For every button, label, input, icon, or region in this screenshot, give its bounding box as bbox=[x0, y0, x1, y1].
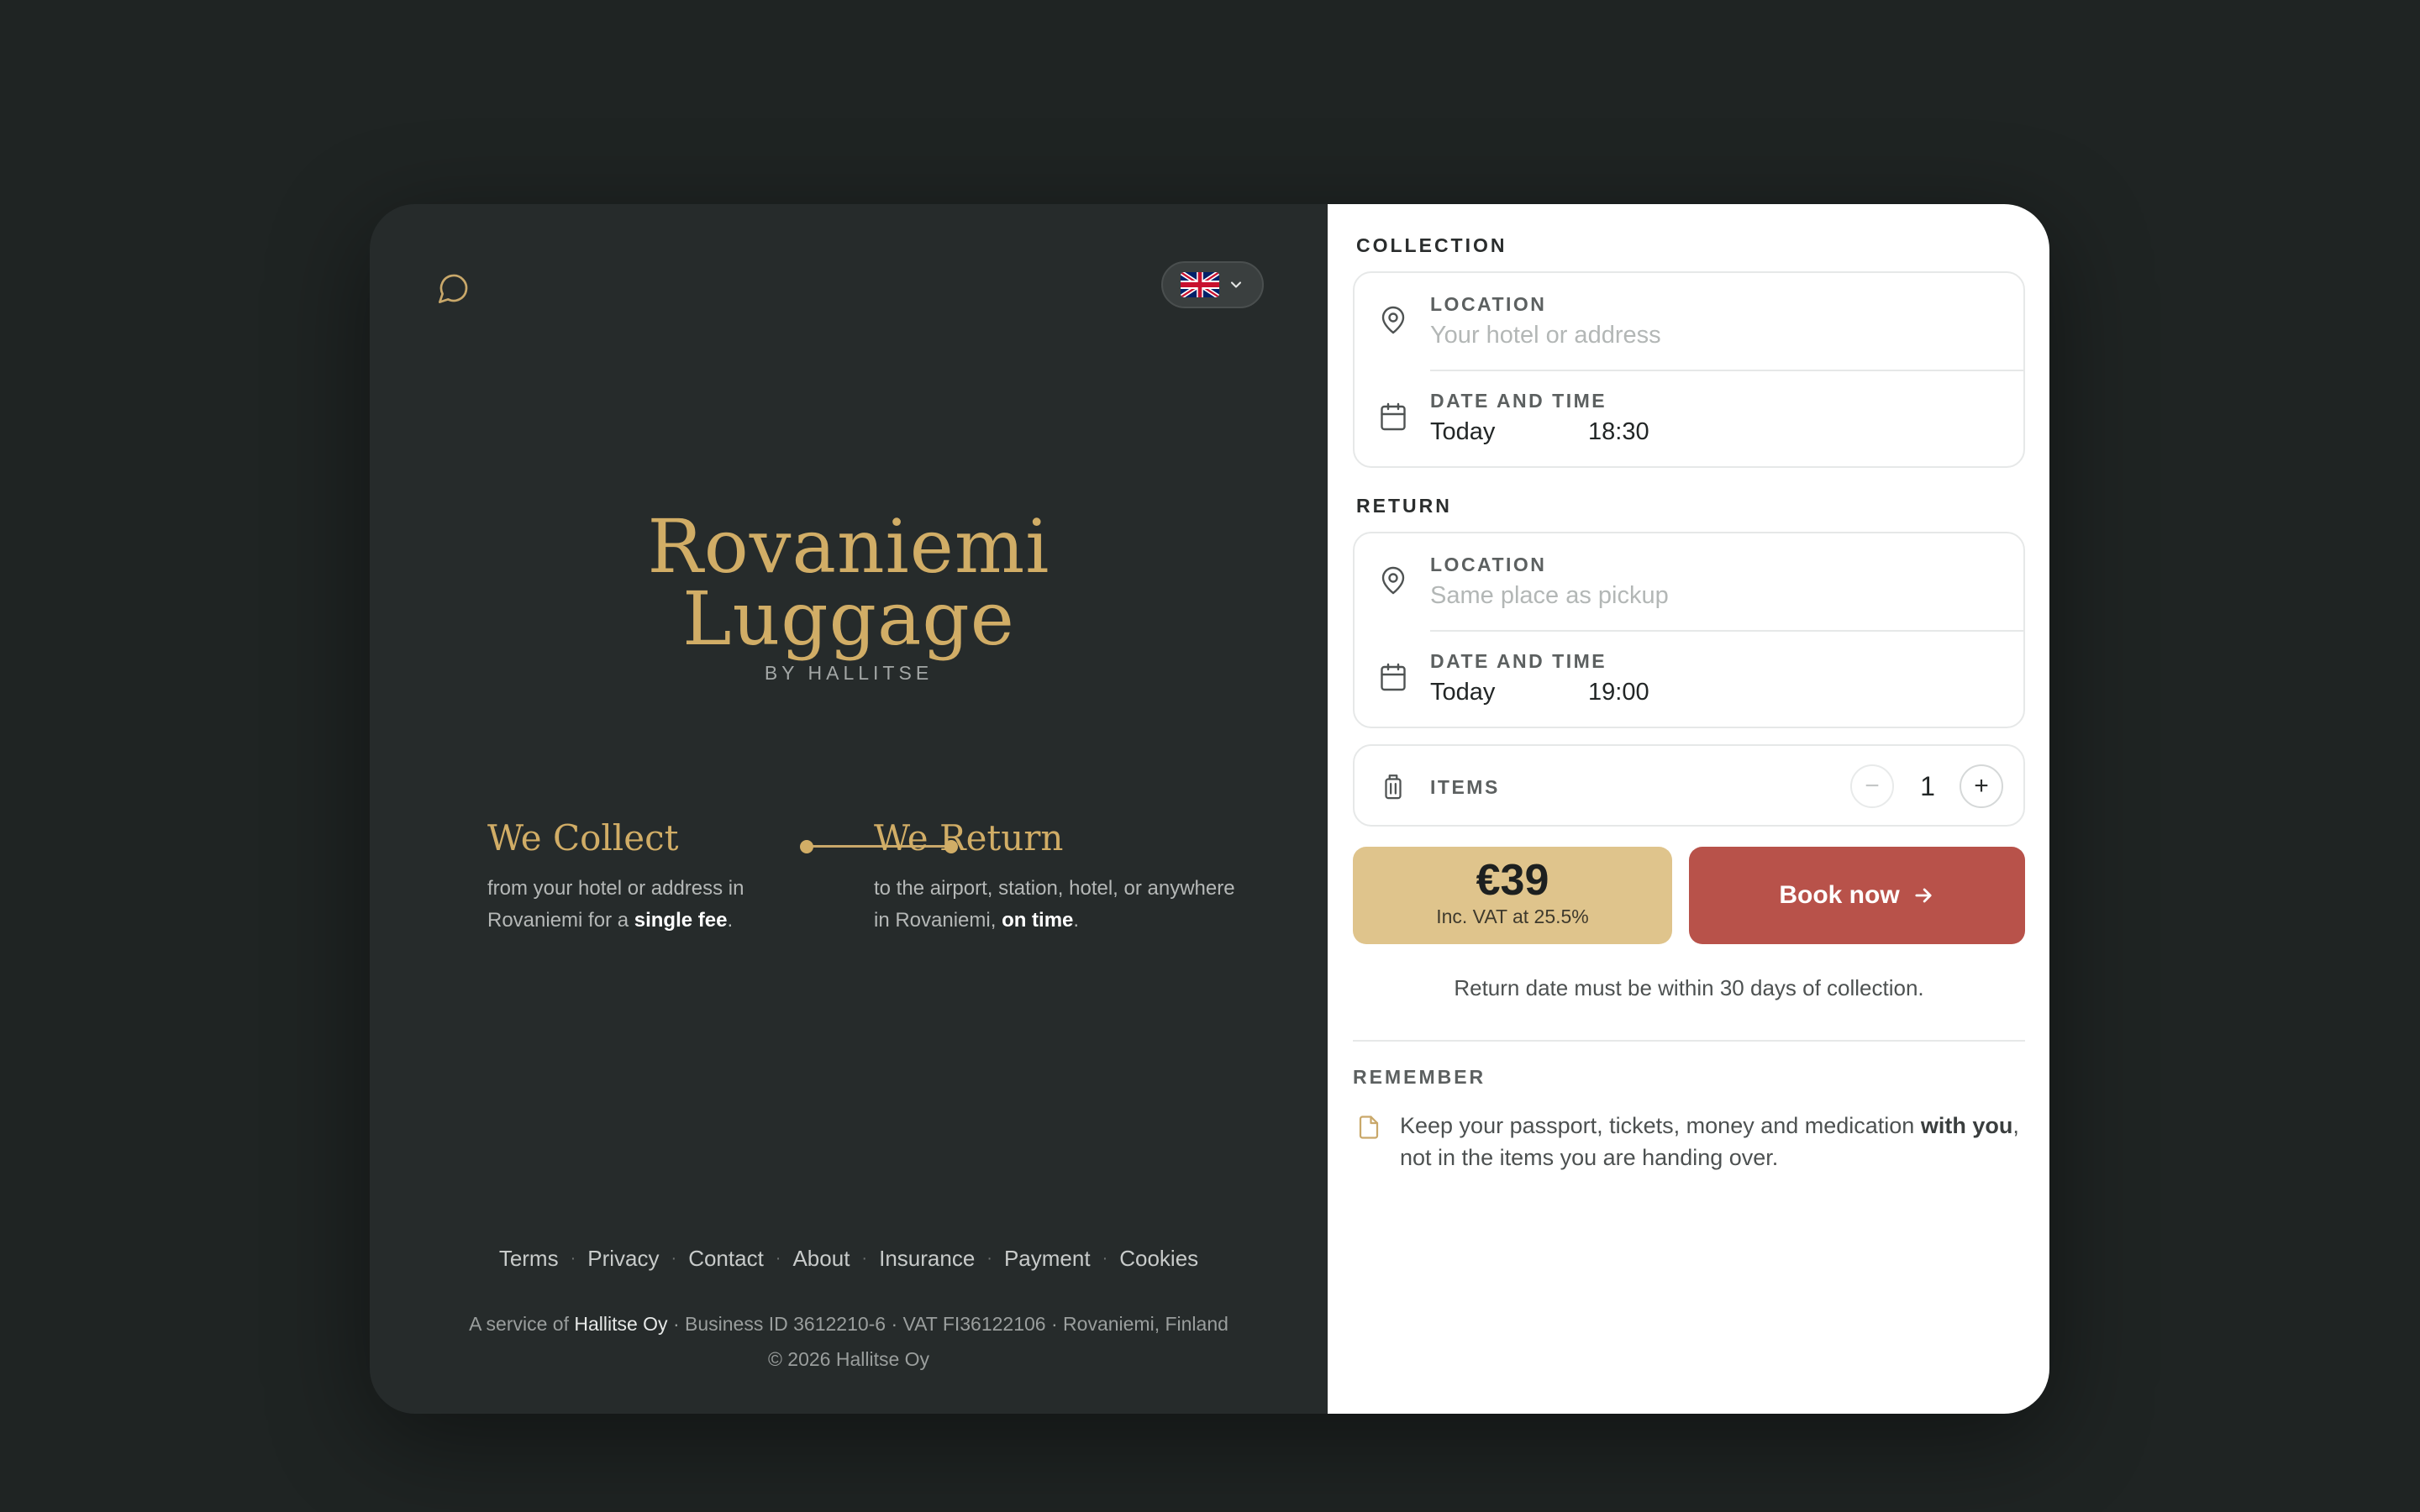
step-collect-desc-end: . bbox=[727, 909, 734, 932]
step-collect-desc: from your hotel or address in Rovaniemi … bbox=[487, 873, 823, 937]
footer-link-privacy[interactable]: Privacy bbox=[587, 1246, 659, 1272]
arrow-right-icon bbox=[1915, 888, 1932, 903]
collection-time[interactable]: 18:30 bbox=[1588, 418, 1649, 446]
chat-icon[interactable] bbox=[433, 267, 475, 309]
footer-link-insurance[interactable]: Insurance bbox=[879, 1246, 975, 1272]
footer-link-terms[interactable]: Terms bbox=[499, 1246, 559, 1272]
brand-logo: Rovaniemi Luggage BY HALLITSE bbox=[370, 503, 1328, 685]
footer-separator: · bbox=[570, 1249, 576, 1268]
footer-separator: · bbox=[1102, 1249, 1108, 1268]
footer-separator: · bbox=[986, 1249, 992, 1268]
luggage-icon bbox=[1376, 768, 1410, 805]
items-label: ITEMS bbox=[1430, 776, 1500, 798]
remember-text-bold: with you bbox=[1920, 1113, 2013, 1138]
return-box: LOCATION Same place as pickup DATE AND T… bbox=[1353, 532, 2025, 728]
book-now-button[interactable]: Book now bbox=[1689, 847, 2025, 944]
footer-link-contact[interactable]: Contact bbox=[688, 1246, 764, 1272]
language-selector[interactable] bbox=[1161, 261, 1264, 308]
collection-datetime-label: DATE AND TIME bbox=[1430, 390, 1607, 412]
return-location-label: LOCATION bbox=[1430, 554, 1547, 575]
price-vat: Inc. VAT at 25.5% bbox=[1436, 906, 1589, 927]
chevron-down-icon bbox=[1230, 281, 1242, 288]
booking-form: COLLECTION LOCATION Your hotel or addres… bbox=[1328, 204, 2049, 1414]
footer-link-payment[interactable]: Payment bbox=[1004, 1246, 1091, 1272]
step-collect-title: We Collect bbox=[487, 817, 679, 858]
footer-copyright: © 2026 Hallitse Oy bbox=[767, 1348, 930, 1370]
step-return-desc-end: . bbox=[1073, 909, 1080, 932]
return-date[interactable]: Today bbox=[1430, 679, 1495, 706]
footer-info-rest: · Business ID 3612210-6 · VAT FI36122106… bbox=[667, 1313, 1228, 1335]
brand-title: Rovaniemi Luggage bbox=[370, 503, 1328, 662]
connector-dot-start bbox=[800, 840, 813, 853]
collection-label: COLLECTION bbox=[1356, 234, 1507, 256]
step-return-title: We Return bbox=[874, 817, 1064, 858]
return-datetime-field[interactable]: DATE AND TIME Today 19:00 bbox=[1355, 630, 2023, 727]
increase-items-button[interactable]: + bbox=[1960, 764, 2003, 808]
map-pin-icon bbox=[1376, 302, 1410, 339]
map-pin-icon bbox=[1376, 562, 1410, 599]
book-now-label: Book now bbox=[1779, 881, 1900, 909]
collection-box: LOCATION Your hotel or address DATE AND … bbox=[1353, 271, 2025, 468]
return-label: RETURN bbox=[1356, 495, 1452, 517]
uk-flag-icon bbox=[1181, 272, 1219, 297]
calendar-icon bbox=[1376, 659, 1410, 696]
collection-location-input[interactable]: Your hotel or address bbox=[1430, 322, 1661, 349]
collection-location-field[interactable]: LOCATION Your hotel or address bbox=[1355, 273, 2023, 370]
footer-separator: · bbox=[775, 1249, 781, 1268]
collection-datetime-field[interactable]: DATE AND TIME Today 18:30 bbox=[1355, 370, 2023, 466]
steps-section: We Collect We Return from your hotel or … bbox=[487, 817, 1244, 952]
footer-links: Terms · Privacy · Contact · About · Insu… bbox=[370, 1246, 1328, 1272]
return-window-note: Return date must be within 30 days of co… bbox=[1454, 975, 1924, 1000]
document-icon bbox=[1356, 1113, 1381, 1142]
return-time[interactable]: 19:00 bbox=[1588, 679, 1649, 706]
footer-company-link[interactable]: Hallitse Oy bbox=[574, 1313, 667, 1335]
footer-separator: · bbox=[861, 1249, 868, 1268]
items-count: 1 bbox=[1920, 771, 1935, 801]
brand-title-line1: Rovaniemi bbox=[647, 503, 1050, 590]
step-collect-desc-bold: single fee bbox=[634, 909, 728, 932]
return-location-input[interactable]: Same place as pickup bbox=[1430, 582, 1669, 610]
footer-info-prefix: A service of bbox=[469, 1313, 575, 1335]
remember-text: Keep your passport, tickets, money and m… bbox=[1400, 1110, 2022, 1173]
footer-info: A service of Hallitse Oy · Business ID 3… bbox=[370, 1306, 1328, 1377]
step-return-desc: to the airport, station, hotel, or anywh… bbox=[874, 873, 1235, 937]
items-field: ITEMS − 1 + bbox=[1353, 744, 2025, 827]
return-location-field[interactable]: LOCATION Same place as pickup bbox=[1355, 533, 2023, 630]
collection-date[interactable]: Today bbox=[1430, 418, 1495, 446]
footer-company-line: A service of Hallitse Oy · Business ID 3… bbox=[370, 1306, 1328, 1341]
footer-separator: · bbox=[671, 1249, 677, 1268]
decrease-items-button[interactable]: − bbox=[1850, 764, 1894, 808]
brand-panel: Rovaniemi Luggage BY HALLITSE We Collect… bbox=[370, 204, 1328, 1414]
footer-link-about[interactable]: About bbox=[792, 1246, 850, 1272]
return-datetime-label: DATE AND TIME bbox=[1430, 650, 1607, 672]
price-amount: €39 bbox=[1476, 856, 1549, 905]
price-display: €39 Inc. VAT at 25.5% bbox=[1353, 847, 1672, 944]
footer-link-cookies[interactable]: Cookies bbox=[1119, 1246, 1198, 1272]
remember-text-start: Keep your passport, tickets, money and m… bbox=[1400, 1113, 1921, 1138]
step-return-desc-bold: on time bbox=[1002, 909, 1074, 932]
brand-title-line2: Luggage bbox=[682, 575, 1015, 662]
divider bbox=[1353, 1040, 2025, 1042]
brand-subtitle: BY HALLITSE bbox=[764, 662, 934, 684]
booking-card: Rovaniemi Luggage BY HALLITSE We Collect… bbox=[370, 204, 2049, 1414]
calendar-icon bbox=[1376, 398, 1410, 435]
collection-location-label: LOCATION bbox=[1430, 293, 1547, 315]
remember-label: REMEMBER bbox=[1353, 1066, 1486, 1088]
